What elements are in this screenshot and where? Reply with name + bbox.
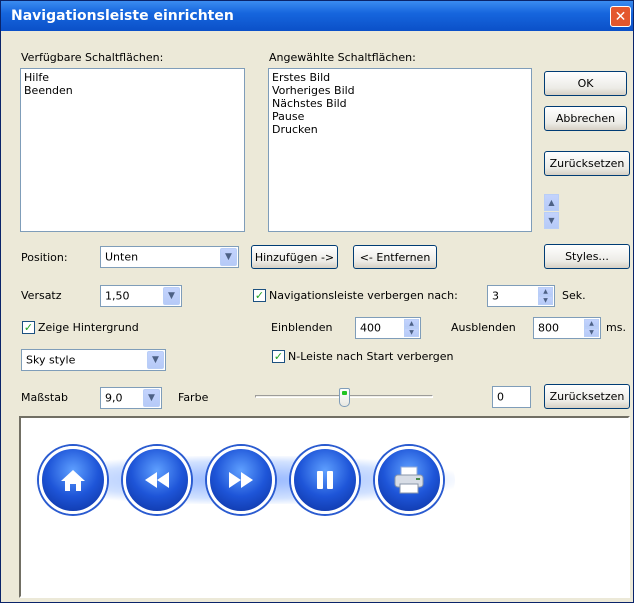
fade-in-value: 400 [360, 321, 381, 335]
spin-up-icon[interactable]: ▲ [584, 319, 599, 328]
close-button[interactable]: ✕ [610, 6, 631, 27]
fade-in-stepper[interactable]: 400 ▲ ▼ [355, 317, 421, 339]
style-select[interactable]: Sky style ▼ [21, 349, 166, 371]
hide-nav-seconds-stepper[interactable]: 3 ▲ ▼ [487, 285, 555, 307]
available-buttons-list[interactable]: Hilfe Beenden [20, 68, 245, 232]
chevron-down-icon[interactable]: ▼ [163, 287, 180, 305]
color-value-field[interactable]: 0 [492, 386, 531, 408]
spin-down-icon[interactable]: ▼ [538, 296, 553, 305]
preview-area [19, 416, 630, 598]
seconds-unit-label: Sek. [562, 289, 586, 302]
rewind-icon [123, 446, 191, 514]
scale-select[interactable]: 9,0 ▼ [100, 387, 162, 409]
reset-color-button[interactable]: Zurücksetzen [544, 384, 630, 409]
selected-buttons-label: Angewählte Schaltflächen: [269, 51, 416, 64]
show-background-label: Zeige Hintergrund [38, 321, 139, 334]
dialog-window: Navigationsleiste einrichten ✕ Verfügbar… [0, 0, 634, 603]
show-background-checkbox[interactable]: ✓ [22, 321, 35, 334]
chevron-down-icon[interactable]: ▼ [147, 351, 164, 369]
offset-select[interactable]: 1,50 ▼ [100, 285, 182, 307]
reset-button[interactable]: Zurücksetzen [544, 151, 630, 176]
hide-nav-label: Navigationsleiste verbergen nach: [269, 289, 458, 302]
style-value: Sky style [26, 353, 76, 367]
hide-nav-seconds-value: 3 [492, 289, 499, 303]
list-item[interactable]: Beenden [24, 84, 241, 97]
list-item[interactable]: Nächstes Bild [272, 97, 528, 110]
list-item[interactable]: Hilfe [24, 71, 241, 84]
spin-up-icon[interactable]: ▲ [538, 287, 553, 296]
fade-out-stepper[interactable]: 800 ▲ ▼ [533, 317, 601, 339]
close-icon: ✕ [614, 9, 627, 25]
styles-button[interactable]: Styles... [544, 244, 630, 269]
color-slider-thumb[interactable] [339, 388, 350, 407]
ok-button[interactable]: OK [544, 71, 627, 96]
fast-forward-icon [207, 446, 275, 514]
selected-buttons-list[interactable]: Erstes Bild Vorheriges Bild Nächstes Bil… [268, 68, 532, 232]
color-label: Farbe [178, 391, 209, 404]
spin-up-icon[interactable]: ▲ [404, 319, 419, 328]
navigation-bar-preview [35, 444, 455, 516]
add-button[interactable]: Hinzufügen -> [251, 245, 338, 269]
hide-after-start-checkbox[interactable]: ✓ [272, 350, 285, 363]
available-buttons-label: Verfügbare Schaltflächen: [21, 51, 164, 64]
list-item[interactable]: Drucken [272, 123, 528, 136]
hide-nav-checkbox[interactable]: ✓ [253, 289, 266, 302]
offset-label: Versatz [21, 289, 62, 302]
list-item[interactable]: Pause [272, 110, 528, 123]
home-icon [39, 446, 107, 514]
hide-after-start-label: N-Leiste nach Start verbergen [288, 350, 454, 363]
fade-out-label: Ausblenden [451, 321, 516, 334]
ms-unit-label: ms. [606, 321, 626, 334]
scale-label: Maßstab [21, 391, 68, 404]
spin-down-icon[interactable]: ▼ [584, 328, 599, 337]
move-up-icon[interactable]: ▲ [544, 194, 559, 211]
position-label: Position: [21, 251, 68, 264]
fade-in-label: Einblenden [271, 321, 333, 334]
pause-icon [291, 446, 359, 514]
spin-down-icon[interactable]: ▼ [404, 328, 419, 337]
color-value: 0 [497, 390, 504, 404]
list-item[interactable]: Erstes Bild [272, 71, 528, 84]
position-select[interactable]: Unten ▼ [100, 246, 239, 268]
print-icon [375, 446, 443, 514]
move-down-icon[interactable]: ▼ [544, 212, 559, 229]
chevron-down-icon[interactable]: ▼ [143, 389, 160, 407]
order-stepper[interactable]: ▲ ▼ [542, 194, 559, 230]
cancel-button[interactable]: Abbrechen [544, 106, 627, 131]
window-title: Navigationsleiste einrichten [11, 8, 234, 24]
list-item[interactable]: Vorheriges Bild [272, 84, 528, 97]
remove-button[interactable]: <- Entfernen [353, 245, 437, 269]
fade-out-value: 800 [538, 321, 559, 335]
title-bar[interactable]: Navigationsleiste einrichten ✕ [1, 1, 633, 31]
chevron-down-icon[interactable]: ▼ [220, 248, 237, 266]
scale-value: 9,0 [105, 391, 123, 405]
offset-value: 1,50 [105, 289, 130, 303]
position-value: Unten [105, 250, 139, 264]
